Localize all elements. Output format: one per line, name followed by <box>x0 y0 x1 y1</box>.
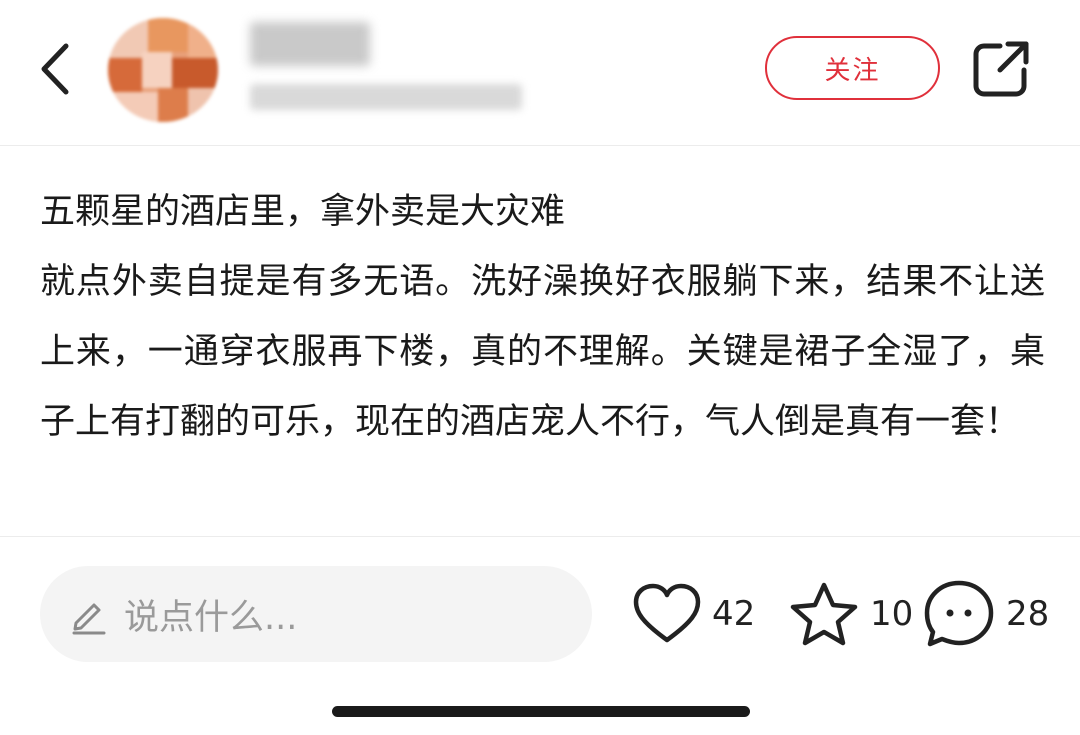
like-button[interactable]: 42 <box>632 578 755 650</box>
comment-count: 28 <box>1006 594 1050 634</box>
comment-button[interactable]: 28 <box>922 578 1049 650</box>
divider <box>0 536 1080 537</box>
star-icon <box>790 582 858 646</box>
pencil-icon <box>72 603 106 635</box>
comment-placeholder: 说点什么... <box>124 597 298 638</box>
home-indicator[interactable] <box>332 706 750 717</box>
post-content: 五颗星的酒店里，拿外卖是大灾难 就点外卖自提是有多无语。洗好澡换好衣服躺下来，结… <box>40 165 1050 457</box>
user-meta-blurred <box>250 84 522 110</box>
avatar[interactable] <box>108 18 218 122</box>
comment-input[interactable]: 说点什么... <box>40 566 592 662</box>
back-icon[interactable] <box>30 38 80 100</box>
post-title: 五颗星的酒店里，拿外卖是大灾难 <box>40 192 566 232</box>
favorite-button[interactable]: 10 <box>788 578 913 650</box>
like-count: 42 <box>712 594 756 634</box>
share-icon[interactable] <box>970 38 1032 100</box>
follow-button[interactable]: 关注 <box>765 36 940 100</box>
user-name-blurred[interactable] <box>250 22 370 66</box>
post-header: 关注 <box>0 0 1080 146</box>
post-body: 就点外卖自提是有多无语。洗好澡换好衣服躺下来，结果不让送上来，一通穿衣服再下楼，… <box>40 262 1045 442</box>
favorite-count: 10 <box>870 594 914 634</box>
comment-bubble-icon <box>924 580 994 647</box>
heart-icon <box>633 583 701 643</box>
